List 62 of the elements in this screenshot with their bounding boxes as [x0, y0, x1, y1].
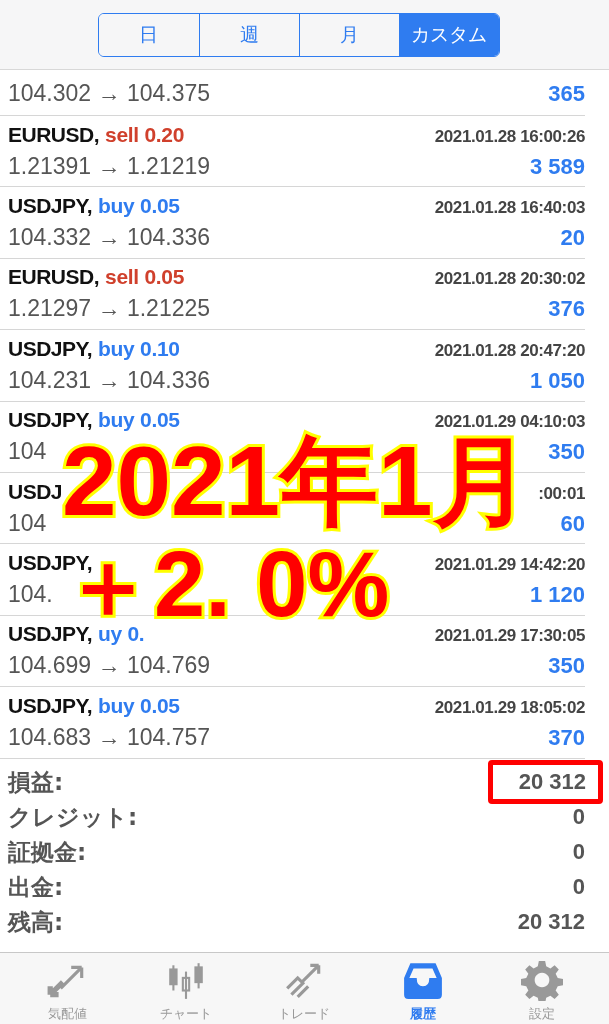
profit-value: 350	[548, 653, 585, 680]
time-text: 2021.01.28 16:00:26	[434, 126, 585, 147]
tab-bar-item[interactable]: 履歴	[373, 958, 474, 1024]
tab-bar-item[interactable]: トレード	[254, 958, 355, 1024]
time-text: 2021.01.28 20:47:20	[434, 340, 585, 361]
summary-value: 0	[572, 803, 585, 831]
overlay-caption: 2021年1月	[62, 432, 531, 532]
time-text: 2021.01.28 20:30:02	[434, 269, 585, 290]
summary-label: 出金:	[8, 872, 64, 902]
price-text: 104.699 → 104.769	[8, 652, 211, 680]
symbol-text: USDJ	[8, 479, 63, 504]
symbol-text: EURUSD,	[8, 265, 99, 290]
symbol-text: EURUSD,	[8, 122, 99, 147]
tab-bar-item[interactable]: チャート	[135, 958, 236, 1024]
trade-text: sell 0.05	[105, 265, 185, 290]
summary-value: 0	[572, 838, 585, 866]
price-text: 104.231 → 104.336	[8, 366, 211, 394]
settings-icon	[520, 958, 563, 1001]
summary-value: 20 312	[517, 908, 585, 936]
price-text: 1.21391 → 1.21219	[8, 152, 211, 180]
price-text: 104.302 → 104.375	[8, 80, 211, 107]
time-text: 2021.01.29 17:30:05	[434, 626, 585, 647]
trade-text: sell 0.20	[105, 122, 185, 147]
summary-value: 0	[572, 873, 585, 901]
profit-value: 1 120	[529, 582, 585, 609]
symbol-text: USDJPY,	[8, 693, 93, 718]
price-text: 104	[8, 509, 47, 537]
trade-text: buy 0.10	[98, 336, 180, 361]
symbol-text: USDJPY,	[8, 408, 93, 433]
price-text: 104.	[8, 581, 53, 609]
trade-text: buy 0.05	[98, 194, 180, 219]
summary-label: 残高:	[8, 907, 64, 937]
profit-value: 60	[560, 510, 585, 537]
profit-value: 20	[560, 225, 585, 252]
time-text: 2021.01.28 16:40:03	[434, 198, 585, 219]
summary-label: 損益:	[8, 767, 64, 797]
symbol-text: USDJPY,	[8, 622, 93, 647]
summary-label: クレジット:	[8, 802, 138, 832]
profit-value: 370	[548, 724, 585, 751]
tab-bar-item[interactable]: 気配値	[17, 958, 118, 1024]
profit-value: 3 589	[529, 153, 585, 180]
trade-text: buy 0.05	[98, 408, 180, 433]
tab-bar-item[interactable]: 設定	[491, 958, 592, 1024]
highlighted-value: 20 312	[487, 760, 603, 804]
profit-value: 1 050	[529, 367, 585, 394]
trade-text: buy 0.05	[98, 693, 180, 718]
price-text: 104	[8, 438, 47, 466]
time-text: :00:01	[538, 483, 585, 504]
time-text: 2021.01.29 18:05:02	[434, 697, 585, 718]
symbol-text: USDJPY,	[8, 194, 93, 219]
time-text: 2021.01.29 14:42:20	[434, 555, 585, 576]
price-text: 1.21297 → 1.21225	[8, 295, 211, 323]
price-text: 104.683 → 104.757	[8, 723, 211, 751]
profit-value: 350	[548, 439, 585, 466]
price-text: 104.332 → 104.336	[8, 224, 211, 252]
profit-value: 376	[548, 296, 585, 323]
trade-text: uy 0.	[98, 622, 145, 647]
period-tab[interactable]: カスタム	[398, 13, 499, 56]
symbol-text: USDJPY,	[8, 336, 93, 361]
time-text: 2021.01.29 04:10:03	[434, 412, 585, 433]
profit-value: 365	[548, 81, 585, 107]
summary-label: 証拠金:	[8, 837, 87, 867]
